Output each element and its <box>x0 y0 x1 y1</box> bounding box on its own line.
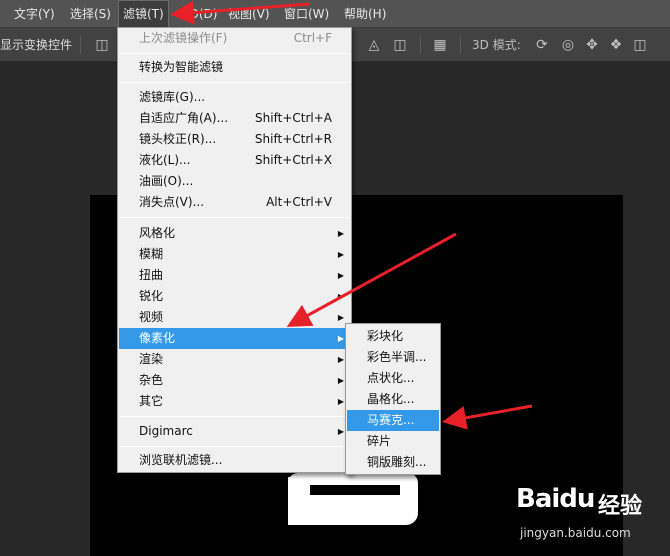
arrow-to-filter-menu <box>170 0 311 25</box>
annotation-arrows <box>170 0 533 430</box>
arrow-to-pixelate <box>286 232 457 327</box>
arrow-to-mosaic <box>442 404 533 430</box>
baidu-watermark: Baidu 经验 jingyan.baidu.com <box>516 482 666 554</box>
watermark-cn: 经验 <box>598 494 643 519</box>
watermark-brand: Baidu <box>516 484 595 514</box>
watermark-url: jingyan.baidu.com <box>520 526 631 540</box>
